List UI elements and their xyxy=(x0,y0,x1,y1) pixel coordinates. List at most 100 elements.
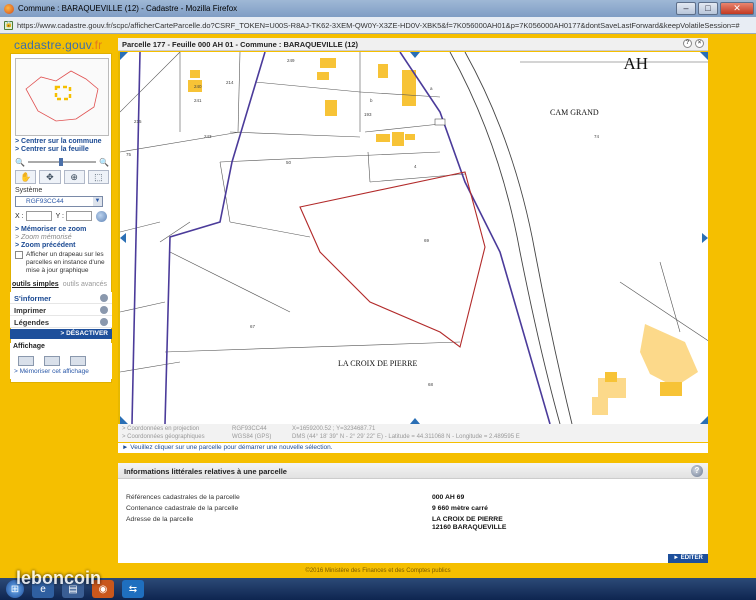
cadastre-logo[interactable]: cadastre.gouv.fr xyxy=(14,38,102,52)
pan-nw-arrow[interactable] xyxy=(120,52,128,60)
move-cross-icon[interactable]: ✥ xyxy=(39,170,61,184)
ref-value: 000 AH 69 xyxy=(432,494,465,501)
parcel-number: 67 xyxy=(250,324,256,329)
url-text[interactable]: https://www.cadastre.gouv.fr/scpc/affich… xyxy=(17,21,740,30)
zoom-knob[interactable] xyxy=(58,158,63,166)
parcel-number: 69 xyxy=(424,238,430,243)
contenance-value: 9 660 mètre carré xyxy=(432,505,488,512)
systeme-value: RGF93CC44 xyxy=(26,198,64,205)
pan-hand-icon[interactable]: ✋ xyxy=(15,170,37,184)
memoriser-zoom-link[interactable]: > Mémoriser ce zoom xyxy=(15,226,86,233)
zoom-memorise-link: > Zoom mémorisé xyxy=(15,234,72,241)
contenance-label: Contenance cadastrale de la parcelle xyxy=(126,505,239,512)
parcel-number: 50 xyxy=(286,160,292,165)
parcel-number: a xyxy=(430,86,433,91)
proj-value: X=1659200.52 ; Y=3234687.71 xyxy=(292,426,376,432)
layer-plan-icon[interactable] xyxy=(18,356,34,366)
parcel-number: 75 xyxy=(126,152,132,157)
parcel-number: 74 xyxy=(594,134,600,139)
proj-label: > Coordonnées en projection xyxy=(122,426,200,432)
pan-right-arrow[interactable] xyxy=(702,233,708,243)
geo-value: DMS (44° 18' 39'' N - 2° 29' 22'' E) - L… xyxy=(292,434,520,440)
lieu-cam-grand: CAM GRAND xyxy=(550,108,599,117)
layer-mixed-icon[interactable] xyxy=(70,356,86,366)
zoom-in-icon[interactable]: 🔍 xyxy=(99,158,109,167)
selected-parcel-69[interactable] xyxy=(299,171,486,348)
geo-system: WGS84 (GPS) xyxy=(232,434,272,440)
pan-sw-arrow[interactable] xyxy=(120,416,128,424)
overview-minimap[interactable] xyxy=(15,58,109,136)
zoom-precedent-link[interactable]: > Zoom précédent xyxy=(15,242,75,249)
parcel-number: 214 xyxy=(226,80,234,85)
help-icon[interactable]: ? xyxy=(691,465,703,477)
center-feuille-link[interactable]: > Centrer sur la feuille xyxy=(15,146,89,153)
tool-informer[interactable]: S'informer xyxy=(10,292,112,304)
desactiver-button[interactable]: > DÉSACTIVER xyxy=(10,329,112,339)
info-header: Informations littérales relatives à une … xyxy=(118,463,708,479)
editer-button[interactable]: ► EDITER xyxy=(668,554,708,563)
x-label: X : xyxy=(15,212,24,220)
pan-left-arrow[interactable] xyxy=(120,233,126,243)
go-icon[interactable] xyxy=(96,210,107,222)
lock-icon[interactable]: 🔒 xyxy=(4,20,13,30)
selection-hint: ► Veuillez cliquer sur une parcelle pour… xyxy=(118,443,708,453)
teamviewer-icon[interactable]: ⇆ xyxy=(122,580,144,598)
tab-outils-avances[interactable]: outils avancés xyxy=(63,281,107,291)
cadastral-map[interactable]: AH CAM GRAND LA CROIX DE PIERRE 240 214 … xyxy=(118,52,708,424)
zoom-slider[interactable]: 🔍 🔍 xyxy=(15,157,109,167)
tab-outils-simples[interactable]: outils simples xyxy=(12,281,59,291)
zoom-box-icon[interactable]: ⊕ xyxy=(63,170,85,184)
windows-taskbar: ⊞ e ▤ ◉ ⇆ xyxy=(0,578,756,600)
adresse-label: Adresse de la parcelle xyxy=(126,516,194,523)
map-title: Parcelle 177 - Feuille 000 AH 01 - Commu… xyxy=(122,40,359,49)
firefox-icon xyxy=(4,3,14,14)
map-header: Parcelle 177 - Feuille 000 AH 01 - Commu… xyxy=(118,38,708,51)
parcel-number: 249 xyxy=(287,58,295,63)
drapeau-option[interactable]: Afficher un drapeau sur les parcelles en… xyxy=(15,251,109,275)
help-icon[interactable]: ? xyxy=(683,39,692,48)
address-bar[interactable]: 🔒 https://www.cadastre.gouv.fr/scpc/affi… xyxy=(0,17,756,34)
coord-inputs: X : Y : xyxy=(15,210,109,222)
y-label: Y : xyxy=(55,212,64,220)
tool-legendes-label: Légendes xyxy=(14,318,50,327)
tool-informer-label: S'informer xyxy=(14,294,52,303)
adresse-line2: 12160 BARAQUEVILLE xyxy=(432,524,507,531)
commune-boundary xyxy=(131,52,551,424)
select-box-icon[interactable]: ⬚ xyxy=(87,170,109,184)
x-input[interactable] xyxy=(25,211,52,221)
center-commune-link[interactable]: > Centrer sur la commune xyxy=(15,138,102,145)
print-icon xyxy=(100,306,108,314)
minimize-button[interactable]: – xyxy=(676,2,696,15)
tool-imprimer-label: Imprimer xyxy=(14,306,47,315)
close-button[interactable]: ✕ xyxy=(720,2,754,15)
zoom-track[interactable] xyxy=(27,158,97,166)
logo-suffix: .fr xyxy=(91,38,103,52)
chevron-down-icon[interactable]: ▼ xyxy=(93,197,102,206)
tool-imprimer[interactable]: Imprimer xyxy=(10,304,112,316)
pan-se-arrow[interactable] xyxy=(700,416,708,424)
ref-label: Références cadastrales de la parcelle xyxy=(126,494,240,501)
footer-text: ©2016 Ministère des Finances et des Comp… xyxy=(305,568,451,574)
parcel-number: 4 xyxy=(414,164,417,169)
pan-ne-arrow[interactable] xyxy=(700,52,708,60)
buildings xyxy=(188,58,416,146)
drapeau-checkbox[interactable] xyxy=(15,251,23,259)
buildings-far xyxy=(592,324,698,415)
maximize-button[interactable]: □ xyxy=(698,2,718,15)
geo-label: > Coordonnées géographiques xyxy=(122,434,205,440)
layer-ortho-icon[interactable] xyxy=(44,356,60,366)
tools-tabs: outils simples outils avancés xyxy=(10,281,112,291)
parcel-number: 215 xyxy=(134,119,142,124)
memoriser-affichage-link[interactable]: > Mémoriser cet affichage xyxy=(14,368,89,375)
sheet-label: AH xyxy=(623,54,648,73)
proj-system: RGF93CC44 xyxy=(232,426,267,432)
pan-up-arrow[interactable] xyxy=(410,52,420,58)
tool-legendes[interactable]: Légendes xyxy=(10,316,112,328)
window-title: Commune : BARAQUEVILLE (12) - Cadastre -… xyxy=(18,4,238,13)
systeme-select[interactable]: RGF93CC44 ▼ xyxy=(15,196,103,207)
close-map-icon[interactable]: × xyxy=(695,39,704,48)
adresse-line1: LA CROIX DE PIERRE xyxy=(432,516,503,523)
zoom-out-icon[interactable]: 🔍 xyxy=(15,158,25,167)
y-input[interactable] xyxy=(66,211,92,221)
affichage-options xyxy=(10,353,112,379)
